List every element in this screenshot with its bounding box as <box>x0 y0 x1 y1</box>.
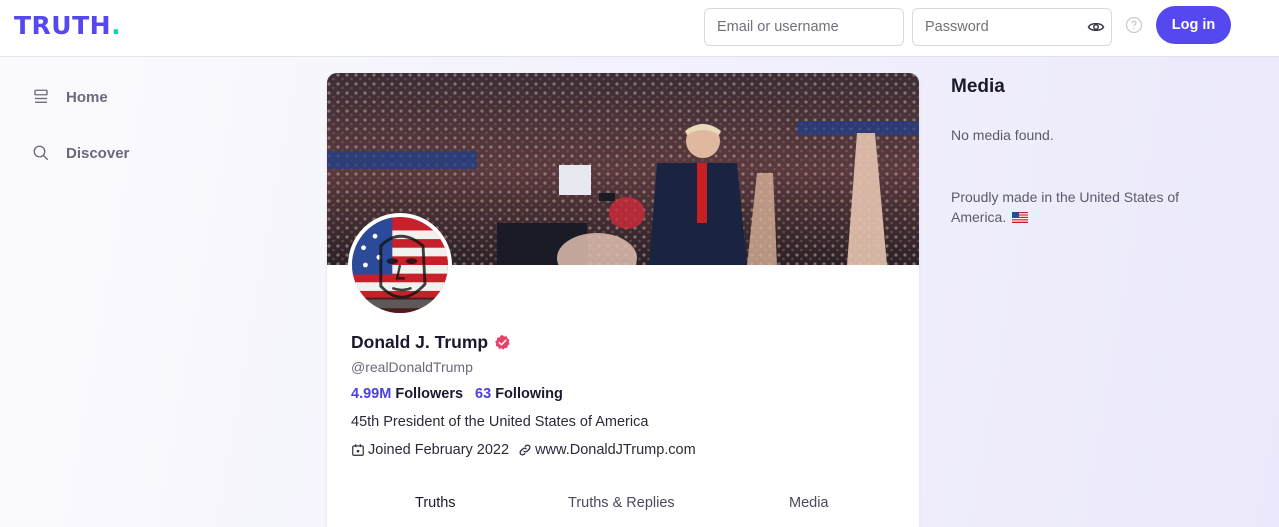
search-icon <box>33 145 49 161</box>
sidebar-item-label: Discover <box>66 144 130 162</box>
sidebar-item-label: Home <box>66 88 108 106</box>
following-count: 63 <box>475 386 492 402</box>
truth-logo[interactable]: TRUTH. <box>14 11 121 40</box>
profile-bio: 45th President of the United States of A… <box>351 414 649 430</box>
followers-link[interactable]: 4.99M Followers <box>351 386 463 402</box>
password-input[interactable] <box>912 8 1112 46</box>
website-url: www.DonaldJTrump.com <box>535 442 696 458</box>
joined-date: Joined February 2022 <box>368 442 510 458</box>
help-icon[interactable] <box>1125 16 1143 34</box>
followers-label: Followers <box>395 386 464 402</box>
us-flag-icon <box>1012 212 1029 223</box>
footer-made-in: Proudly made in the United States of Ame… <box>951 187 1191 227</box>
logo-text: TRUTH <box>14 11 112 40</box>
profile-meta: Joined February 2022 www.DonaldJTrump.co… <box>351 442 696 458</box>
profile-name: Donald J. Trump <box>351 332 489 352</box>
media-heading: Media <box>951 76 1005 97</box>
profile-card: Donald J. Trump @realDonaldTrump 4.99M F… <box>327 73 919 527</box>
website-link[interactable]: www.DonaldJTrump.com <box>518 442 696 458</box>
top-bar: TRUTH. Log in <box>0 0 1279 57</box>
profile-tabs: Truths Truths & Replies Media <box>327 488 919 518</box>
verified-badge-icon <box>495 335 510 350</box>
link-icon <box>519 444 531 456</box>
profile-name-row: Donald J. Trump <box>351 332 511 353</box>
profile-handle: @realDonaldTrump <box>351 359 473 375</box>
home-icon <box>34 89 48 103</box>
follow-counts: 4.99M Followers 63 Following <box>351 386 563 402</box>
login-button[interactable]: Log in <box>1156 6 1231 44</box>
calendar-icon <box>352 444 364 456</box>
footer-text: Proudly made in the United States of Ame… <box>951 189 1180 225</box>
followers-count: 4.99M <box>351 386 392 402</box>
following-label: Following <box>495 386 563 402</box>
sidebar-item-discover[interactable]: Discover <box>32 141 129 165</box>
tab-truths[interactable]: Truths <box>415 495 456 511</box>
tab-truths-replies[interactable]: Truths & Replies <box>568 495 675 511</box>
sidebar-item-home[interactable]: Home <box>32 85 108 109</box>
email-input[interactable] <box>704 8 904 46</box>
tab-media[interactable]: Media <box>789 495 829 511</box>
avatar[interactable] <box>348 213 452 317</box>
eye-icon[interactable] <box>1087 18 1105 36</box>
avatar-image <box>352 217 448 313</box>
logo-dot: . <box>111 11 122 40</box>
following-link[interactable]: 63 Following <box>475 386 563 402</box>
no-media-text: No media found. <box>951 127 1054 143</box>
